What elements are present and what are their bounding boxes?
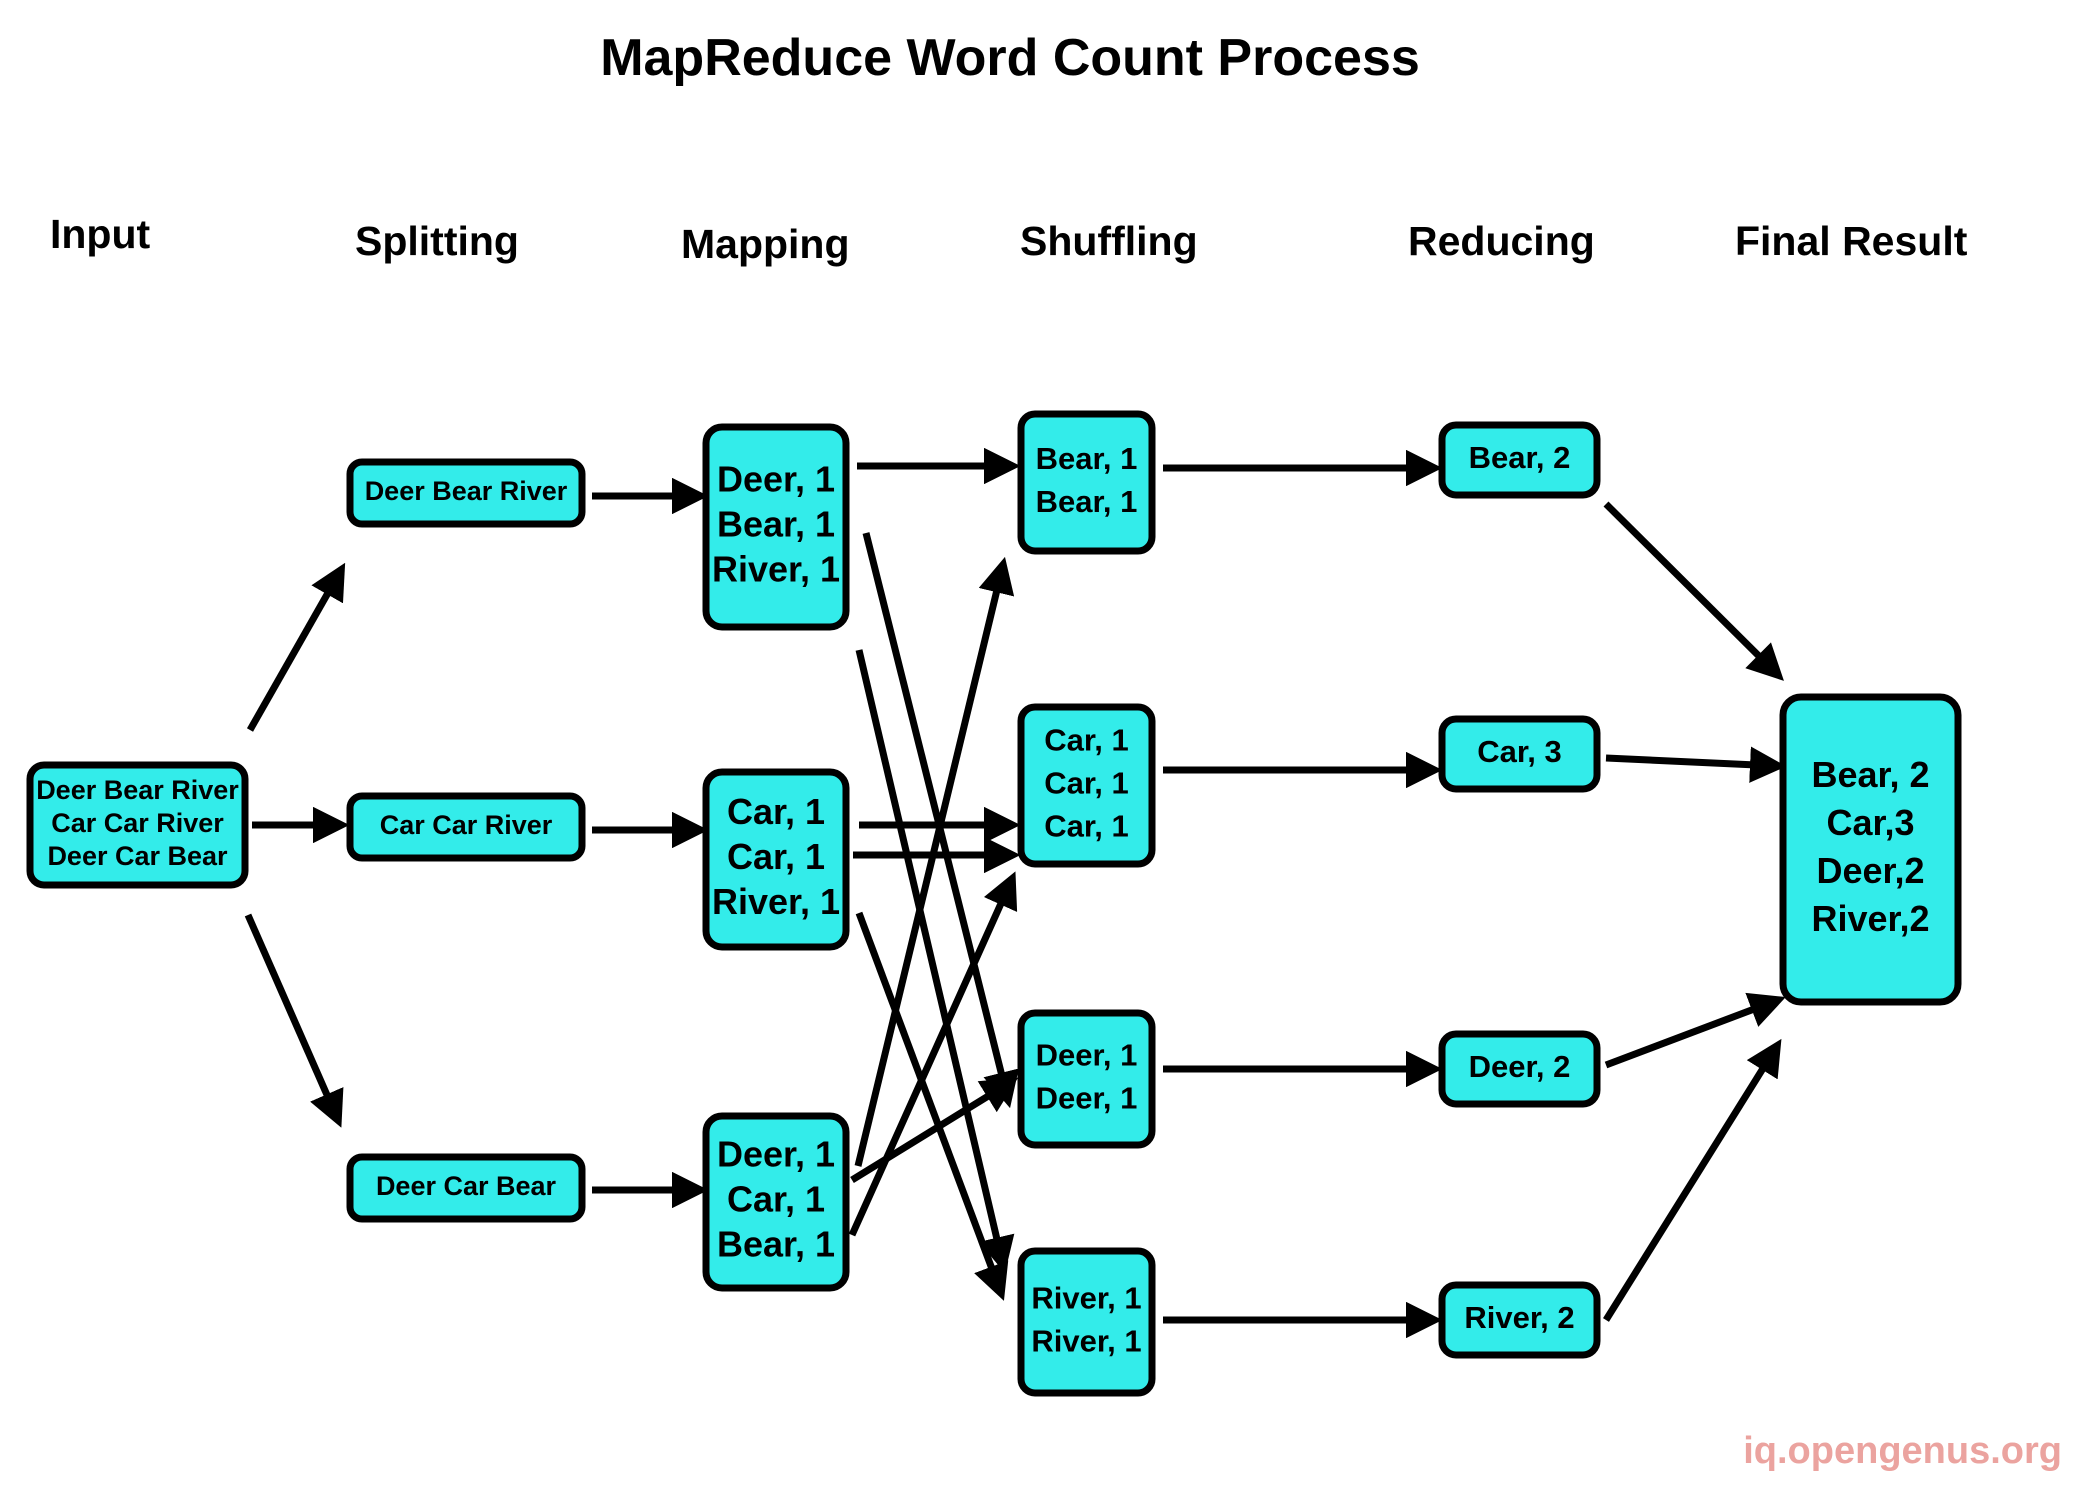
node-line: Deer Bear River	[36, 775, 239, 805]
node-line: Bear, 2	[1469, 440, 1571, 475]
column-header-mapping: Mapping	[681, 221, 850, 267]
column-headers: Input Splitting Mapping Shuffling Reducing Fi…	[50, 211, 1968, 267]
node-line: Deer, 1	[1036, 1081, 1138, 1116]
column-header-input: Input	[50, 211, 151, 257]
node-line: Bear, 1	[717, 504, 835, 545]
node-line: River, 1	[1031, 1281, 1141, 1316]
node-line: Deer Car Bear	[376, 1171, 557, 1201]
node-splitting-sp2: Car Car River	[346, 792, 586, 862]
node-line: River, 1	[712, 549, 840, 590]
node-line: Deer Car Bear	[47, 841, 228, 871]
arrow-map3-to-bear	[854, 556, 1015, 1167]
arrow-red2-to-final	[1605, 746, 1787, 783]
node-shuffling-sh3: Deer, 1 Deer, 1	[1017, 1009, 1156, 1149]
node-line: Deer, 2	[1469, 1049, 1571, 1084]
node-line: Bear, 1	[1036, 441, 1138, 476]
node-box	[1017, 410, 1156, 555]
arrow-input-to-split-3	[244, 913, 344, 1128]
node-line: River, 1	[1031, 1324, 1141, 1359]
node-line: Deer,2	[1816, 850, 1924, 891]
arrow-red1-to-final	[1603, 501, 1784, 681]
node-line: Car Car River	[51, 808, 224, 838]
node-line: Deer Bear River	[365, 476, 568, 506]
node-shuffling-sh4: River, 1 River, 1	[1017, 1247, 1156, 1397]
node-reducing-rd4: River, 2	[1438, 1281, 1601, 1359]
node-shuffling-sh2: Car, 1 Car, 1 Car, 1	[1017, 703, 1156, 868]
node-splitting-sp1: Deer Bear River	[346, 458, 586, 528]
node-line: River,2	[1811, 898, 1929, 939]
arrow-red3-to-final	[1604, 992, 1786, 1069]
arrow-input-to-split-1	[246, 562, 346, 732]
node-final-fn1: Bear, 2 Car,3 Deer,2 River,2	[1779, 693, 1962, 1006]
node-line: Car,3	[1826, 802, 1914, 843]
node-line: Bear, 1	[717, 1224, 835, 1265]
node-mapping-mp2: Car, 1Car, 1River, 1	[702, 768, 850, 951]
node-mapping-mp3: Deer, 1Car, 1Bear, 1	[702, 1112, 850, 1292]
node-line: Car, 1	[727, 836, 825, 877]
node-line: Car, 3	[1477, 734, 1561, 769]
node-reducing-rd2: Car, 3	[1438, 715, 1601, 793]
page-title: MapReduce Word Count Process	[600, 29, 1420, 87]
watermark-label: iq.opengenus.org	[1743, 1430, 2062, 1472]
node-box	[1017, 1247, 1156, 1397]
node-line: Bear, 2	[1811, 754, 1929, 795]
node-line: Deer, 1	[717, 1134, 835, 1175]
mapreduce-flow-diagram: MapReduce Word Count Process Input Splitt…	[26, 29, 2062, 1472]
node-line: Car, 1	[727, 1179, 825, 1220]
node-mapping-mp1: Deer, 1Bear, 1River, 1	[702, 423, 850, 631]
node-input-in1: Deer Bear RiverCar Car RiverDeer Car Bea…	[26, 761, 249, 889]
node-shuffling-sh1: Bear, 1 Bear, 1	[1017, 410, 1156, 555]
node-splitting-sp3: Deer Car Bear	[346, 1153, 586, 1223]
node-line: Car, 1	[1044, 809, 1128, 844]
column-header-splitting: Splitting	[355, 218, 519, 264]
node-line: Deer, 1	[717, 459, 835, 500]
node-reducing-rd1: Bear, 2	[1438, 421, 1601, 499]
node-line: Bear, 1	[1036, 484, 1138, 519]
column-header-final: Final Result	[1735, 218, 1968, 264]
arrow-map3-to-car	[848, 871, 1018, 1237]
node-line: River, 1	[712, 881, 840, 922]
node-line: Car, 1	[727, 791, 825, 832]
node-line: Deer, 1	[1036, 1038, 1138, 1073]
column-header-shuffling: Shuffling	[1020, 218, 1198, 264]
node-line: Car, 1	[1044, 766, 1128, 801]
diagram-canvas: MapReduce Word Count Process Input Splitt…	[0, 0, 2100, 1500]
arrow-red4-to-final	[1603, 1038, 1782, 1322]
diagram-nodes: Deer Bear RiverCar Car RiverDeer Car Bea…	[26, 410, 1962, 1397]
node-reducing-rd3: Deer, 2	[1438, 1030, 1601, 1108]
node-line: Car, 1	[1044, 723, 1128, 758]
node-box	[1017, 1009, 1156, 1149]
column-header-reducing: Reducing	[1408, 218, 1595, 264]
node-line: River, 2	[1464, 1300, 1574, 1335]
node-line: Car Car River	[380, 810, 553, 840]
